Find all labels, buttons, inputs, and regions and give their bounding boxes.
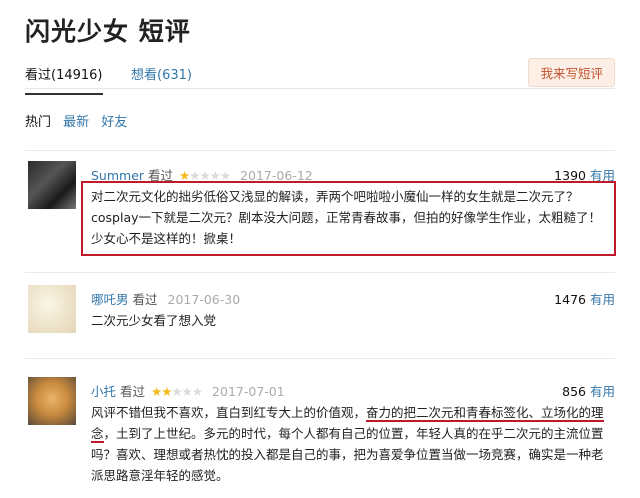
section-divider	[25, 150, 615, 151]
comment-date: 2017-07-01	[212, 384, 285, 399]
vote-count: 1476	[554, 292, 586, 307]
sort-latest[interactable]: 最新	[63, 115, 89, 130]
avatar[interactable]	[28, 161, 76, 209]
star-empty-icon: ★★★	[171, 384, 203, 399]
comment-votes: 1476 有用	[554, 289, 615, 308]
comment-divider	[25, 272, 615, 273]
comment-meta: 哪吒男 看过 2017-06-30	[91, 289, 240, 308]
useful-button[interactable]: 有用	[590, 384, 615, 399]
avatar[interactable]	[28, 285, 76, 333]
rating-stars: ★★★★★	[151, 384, 203, 399]
sort-hot[interactable]: 热门	[25, 115, 51, 130]
avatar[interactable]	[28, 377, 76, 425]
sort-options: 热门 最新 好友	[25, 111, 135, 130]
comment-meta: 小托 看过 ★★★★★ 2017-07-01	[91, 381, 285, 400]
comment-divider	[25, 358, 615, 359]
star-icon: ★★	[151, 384, 172, 399]
comment-status: 看过	[132, 292, 158, 307]
comment-author[interactable]: 小托	[91, 384, 116, 399]
tab-watched[interactable]: 看过(14916)	[25, 64, 103, 95]
sort-friends[interactable]: 好友	[101, 115, 127, 130]
comment-text: 二次元少女看了想入党	[91, 313, 217, 328]
comment-text-part: 风评不错但我不喜欢，直白到红专大上的价值观，	[91, 405, 367, 420]
comment-date: 2017-06-30	[167, 292, 241, 307]
useful-button[interactable]: 有用	[590, 292, 615, 307]
tab-bar: 看过(14916) 想看(631) 我来写短评	[25, 58, 615, 95]
vote-count: 856	[562, 384, 586, 399]
comment-text-part: ，土到了上世纪。多元的时代，每个人都有自己的位置，年轻人真的在乎二次元的主流位置…	[91, 426, 604, 483]
comment-author[interactable]: 哪吒男	[91, 292, 129, 307]
comment-status: 看过	[120, 384, 146, 399]
comment-votes: 856 有用	[562, 381, 615, 400]
page-title: 闪光少女 短评	[25, 17, 191, 46]
tab-want[interactable]: 想看(631)	[131, 64, 192, 83]
comment-text: 风评不错但我不喜欢，直白到红专大上的价值观，奋力的把二次元和青春标签化、立场化的…	[91, 402, 612, 486]
comment-text: 对二次元文化的拙劣低俗又浅显的解读，弄两个吧啦啦小魔仙一样的女生就是二次元了？c…	[91, 189, 601, 246]
write-review-button[interactable]: 我来写短评	[528, 58, 615, 87]
